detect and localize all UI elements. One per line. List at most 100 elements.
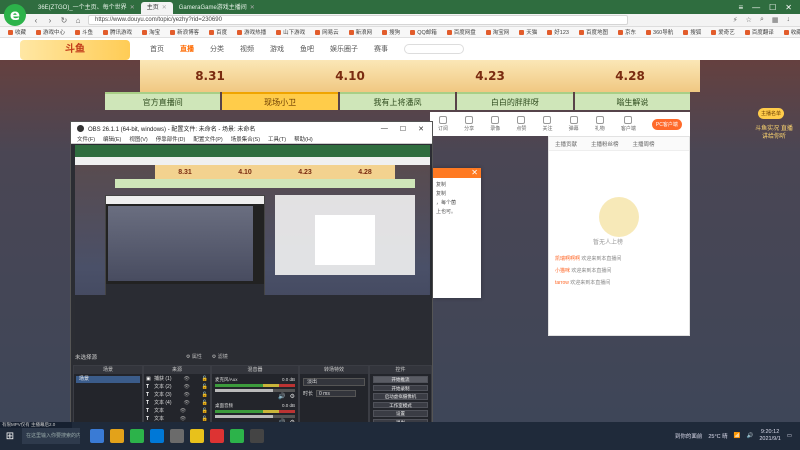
room-toolbar-item[interactable]: 关注 <box>542 116 553 132</box>
bookmark-item[interactable]: 京东 <box>618 28 636 36</box>
chat-user[interactable]: 凯瑞啊啊啊 <box>555 256 580 262</box>
room-toolbar-item[interactable]: 分享 <box>464 116 474 132</box>
refresh-icon[interactable]: ↻ <box>60 16 68 25</box>
visibility-icon[interactable]: 👁 <box>183 376 189 382</box>
taskbar-app-icon[interactable] <box>250 429 264 443</box>
site-nav-item[interactable]: 鱼吧 <box>300 44 314 54</box>
url-input[interactable]: https://www.douyu.com/topic/yezhy?rid=23… <box>88 15 628 25</box>
transition-select[interactable]: 淡出 <box>303 378 365 386</box>
duration-input[interactable]: 0 ms <box>316 390 357 397</box>
search-icon[interactable]: ⌕ <box>760 16 764 24</box>
pc-client-button[interactable]: PC客户端 <box>651 118 682 130</box>
bookmark-item[interactable]: 游戏中心 <box>36 28 65 36</box>
team-tab[interactable]: 白白的胖胖呀 <box>457 92 573 110</box>
obs-menu-item[interactable]: 文件(F) <box>77 135 95 143</box>
room-toolbar-item[interactable]: 礼物 <box>595 116 605 132</box>
scene-item[interactable]: 场景 <box>76 376 140 383</box>
source-item[interactable]: T 文本 (3) 👁 🔓 <box>146 391 208 399</box>
site-search-input[interactable] <box>404 44 464 54</box>
taskbar-app-icon[interactable] <box>130 429 144 443</box>
site-nav-item[interactable]: 直播 <box>180 44 194 54</box>
source-item[interactable]: T 文本 (4) 👁 🔓 <box>146 399 208 407</box>
maximize-icon[interactable]: ☐ <box>400 125 406 133</box>
site-nav-item[interactable]: 视频 <box>240 44 254 54</box>
bookmark-item[interactable]: 搜狐 <box>683 28 701 36</box>
anchor-list-button[interactable]: 主播名单 <box>758 108 785 119</box>
obs-menu-item[interactable]: 停靠部件(D) <box>156 135 186 143</box>
browser-tab[interactable]: 36E(ZTGO)_一个主页、每个世界 ✕ <box>32 2 141 14</box>
site-nav-item[interactable]: 游戏 <box>270 44 284 54</box>
close-tab-icon[interactable]: ✕ <box>250 2 255 14</box>
home-icon[interactable]: ⌂ <box>74 16 82 25</box>
lock-icon[interactable]: 🔓 <box>202 376 208 382</box>
forward-icon[interactable]: › <box>46 16 54 25</box>
speaker-icon[interactable]: 🔊 <box>278 393 285 400</box>
control-button[interactable]: 开始录制 <box>373 384 428 391</box>
bookmark-item[interactable]: 百度地图 <box>578 28 608 36</box>
taskbar-app-icon[interactable] <box>90 429 104 443</box>
site-nav-item[interactable]: 赛事 <box>374 44 388 54</box>
bookmark-item[interactable]: 百度网盘 <box>446 28 476 36</box>
visibility-icon[interactable]: 👁 <box>183 400 189 406</box>
bookmark-item[interactable]: 淘宝 <box>142 28 160 36</box>
ranking-tab[interactable]: 主播贡献 <box>555 140 577 148</box>
lock-icon[interactable]: 🔓 <box>202 384 208 390</box>
obs-menu-item[interactable]: 配置文件(P) <box>193 135 222 143</box>
bookmark-item[interactable]: 360导航 <box>646 28 673 36</box>
volume-slider[interactable] <box>215 415 295 418</box>
volume-slider[interactable] <box>215 389 295 392</box>
bookmark-item[interactable]: 斗鱼 <box>75 28 93 36</box>
bookmark-item[interactable]: 腾讯游戏 <box>103 28 132 36</box>
volume-icon[interactable]: 🔊 <box>747 433 754 439</box>
bookmark-item[interactable]: 收藏 <box>8 28 26 36</box>
lightning-icon[interactable]: ⚡ <box>733 16 738 24</box>
obs-menu-item[interactable]: 工具(T) <box>268 135 286 143</box>
taskbar-app-icon[interactable] <box>190 429 204 443</box>
taskbar-app-icon[interactable] <box>170 429 184 443</box>
room-toolbar-item[interactable]: 录像 <box>490 116 500 132</box>
room-toolbar-item[interactable]: 订阅 <box>438 116 448 132</box>
taskbar-search[interactable]: 在这里输入你要搜索的内容 <box>22 428 80 444</box>
menu-icon[interactable]: ≡ <box>738 3 743 12</box>
team-tab[interactable]: 嗡生解说 <box>574 92 691 110</box>
bookmark-item[interactable]: 山下游戏 <box>276 28 305 36</box>
download-icon[interactable]: ↓ <box>787 16 791 24</box>
team-tab[interactable]: 官方直播间 <box>105 92 221 110</box>
obs-menu-item[interactable]: 帮助(H) <box>294 135 313 143</box>
bookmark-item[interactable]: 爱奇艺 <box>711 28 735 36</box>
back-icon[interactable]: ‹ <box>32 16 40 25</box>
team-tab[interactable]: 我有上将潘凤 <box>339 92 456 110</box>
lock-icon[interactable]: 🔓 <box>202 392 208 398</box>
lock-icon[interactable]: 🔓 <box>202 416 208 422</box>
gear-icon[interactable]: ⚙ <box>290 393 295 400</box>
control-button[interactable]: 启动虚拟摄像机 <box>373 393 428 400</box>
filters-button[interactable]: ⚙ 滤镜 <box>212 353 228 360</box>
taskbar-app-icon[interactable] <box>210 429 224 443</box>
close-icon[interactable]: ✕ <box>785 3 792 12</box>
source-item[interactable]: T 文本 👁 🔓 <box>146 415 208 423</box>
bookmark-item[interactable]: 收藏夹 <box>783 28 800 36</box>
maximize-icon[interactable]: ☐ <box>769 3 776 12</box>
bookmark-item[interactable]: 好123 <box>547 28 569 36</box>
chat-user[interactable]: tarrow <box>555 280 569 286</box>
visibility-icon[interactable]: 👁 <box>183 384 189 390</box>
taskbar-app-icon[interactable] <box>150 429 164 443</box>
properties-button[interactable]: ⚙ 属性 <box>186 353 202 360</box>
close-tab-icon[interactable]: ✕ <box>162 2 167 14</box>
site-nav-item[interactable]: 娱乐圈子 <box>330 44 358 54</box>
star-icon[interactable]: ☆ <box>746 16 752 24</box>
bookmark-item[interactable]: 百度翻译 <box>744 28 774 36</box>
clock[interactable]: 9:20:12 2021/9/1 <box>759 429 780 443</box>
browser-tab-active[interactable]: 主页 ✕ <box>140 2 173 14</box>
close-icon[interactable]: ✕ <box>471 168 478 178</box>
obs-menu-item[interactable]: 视图(V) <box>129 135 147 143</box>
notification-icon[interactable]: ▭ <box>787 433 792 439</box>
lock-icon[interactable]: 🔓 <box>202 400 208 406</box>
lock-icon[interactable]: 🔓 <box>202 408 208 414</box>
control-button[interactable]: 工作室模式 <box>373 401 428 408</box>
room-toolbar-item[interactable]: 客户端 <box>621 116 636 132</box>
taskbar-app-icon[interactable] <box>110 429 124 443</box>
extension-icon[interactable]: ▦ <box>772 16 779 24</box>
ranking-tab[interactable]: 主播周榜 <box>633 140 655 148</box>
minimize-icon[interactable]: — <box>381 125 388 133</box>
